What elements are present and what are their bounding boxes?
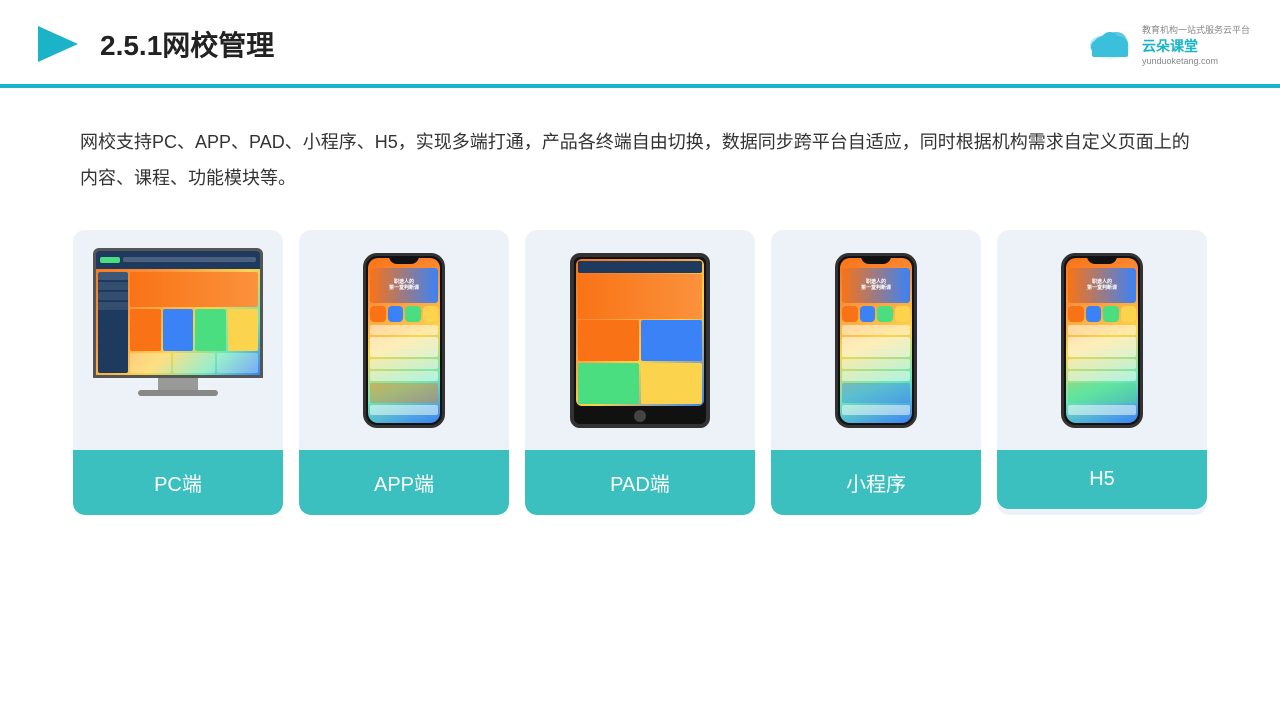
phone-h5-mockup: 职途人的第一堂判断课 [1061,253,1143,428]
card-app: 职途人的第一堂判断课 [299,230,509,515]
cloud-brand-icon [1084,25,1136,63]
card-pc-image [73,230,283,450]
card-pad-image [525,230,755,450]
card-miniapp: 职途人的第一堂判断课 [771,230,981,515]
card-h5-image: 职途人的第一堂判断课 [997,230,1207,450]
brand-tagline: 教育机构一站式服务云平台 [1142,23,1250,36]
card-app-label: APP端 [299,450,509,515]
card-pad-label: PAD端 [525,450,755,515]
logo-icon [30,18,82,70]
card-pc-label: PC端 [73,450,283,515]
cards-container: PC端 职途人的第一堂判断课 [0,220,1280,545]
brand-text: 教育机构一站式服务云平台 云朵课堂 yunduoketang.com [1142,23,1250,66]
header: 2.5.1网校管理 教育机构一站式服务云平台 云朵课堂 [0,0,1280,86]
brand-url: yunduoketang.com [1142,56,1250,66]
header-right: 教育机构一站式服务云平台 云朵课堂 yunduoketang.com [1084,23,1250,66]
header-left: 2.5.1网校管理 [30,18,274,70]
card-miniapp-label: 小程序 [771,450,981,515]
card-app-image: 职途人的第一堂判断课 [299,230,509,450]
tablet-mockup [570,253,710,428]
phone-app-mockup: 职途人的第一堂判断课 [363,253,445,428]
page-title: 2.5.1网校管理 [100,24,274,64]
card-h5: 职途人的第一堂判断课 [997,230,1207,515]
card-pad: PAD端 [525,230,755,515]
pc-monitor [93,248,263,433]
card-pc: PC端 [73,230,283,515]
card-miniapp-image: 职途人的第一堂判断课 [771,230,981,450]
phone-miniapp-mockup: 职途人的第一堂判断课 [835,253,917,428]
description-text: 网校支持PC、APP、PAD、小程序、H5，实现多端打通，产品各终端自由切换，数… [0,88,1280,220]
brand-name: 云朵课堂 [1142,36,1250,56]
card-h5-label: H5 [997,450,1207,509]
brand-logo: 教育机构一站式服务云平台 云朵课堂 yunduoketang.com [1084,23,1250,66]
